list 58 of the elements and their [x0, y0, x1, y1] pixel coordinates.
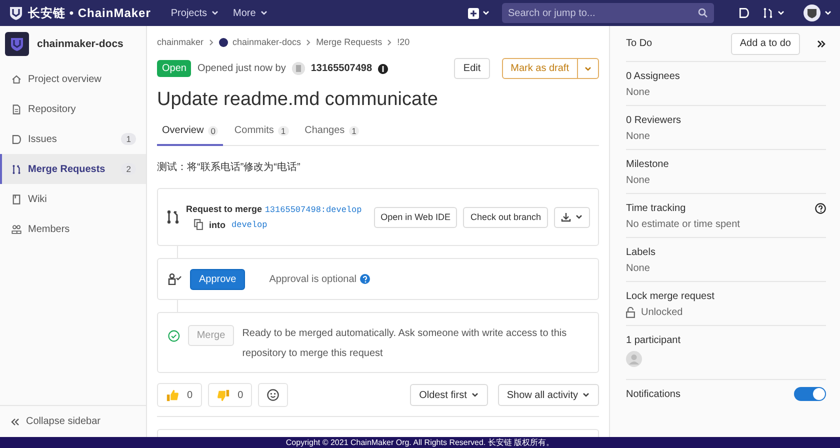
section-value: None [626, 87, 651, 98]
section-title: Time tracking [626, 203, 686, 214]
sidebar-item[interactable]: Project overview [0, 64, 146, 94]
copyright-text: Copyright © 2021 ChainMaker Org. All Rights Reserved. 长安链 版权所有。 [286, 437, 554, 448]
breadcrumb-link[interactable]: !20 [397, 37, 410, 47]
nav-menu[interactable]: Projects [170, 8, 220, 18]
reaction-button[interactable]: 0 [208, 383, 252, 407]
sidebar-item[interactable]: Repository [0, 94, 146, 124]
section-value: None [626, 131, 651, 142]
sidebar-item[interactable]: Issues 1 [0, 124, 146, 154]
action-button[interactable]: Open in Web IDE [374, 206, 458, 228]
description-text: 测试：将“联系电话”修改为“电话” [157, 160, 302, 174]
request-label: Request to merge [186, 204, 262, 214]
source-branch-link[interactable]: 13165507498:develop [264, 205, 362, 215]
section-value: None [626, 175, 651, 186]
section-title: Lock merge request [626, 291, 716, 302]
add-todo-button[interactable]: Add a to do [730, 32, 800, 54]
sidebar-item[interactable]: Merge Requests 2 [0, 154, 146, 184]
section-title: 0 Reviewers [626, 115, 682, 126]
sort-dropdown[interactable]: Show all activity [498, 384, 599, 406]
approve-button[interactable]: Approve [190, 268, 246, 290]
section-title: Labels [626, 247, 656, 258]
section-title: 0 Assignees [626, 71, 681, 82]
todo-label: To Do [626, 38, 652, 49]
search-field[interactable]: Search or jump to... [502, 3, 714, 23]
count-badge: 1 [348, 126, 360, 136]
breadcrumb-link[interactable]: chainmaker [157, 37, 204, 47]
sidebar-item[interactable]: Wiki [0, 184, 146, 214]
tab[interactable]: Commits 1 [229, 119, 294, 146]
target-branch-link[interactable]: develop [232, 220, 268, 230]
edit-button[interactable]: Edit [454, 58, 490, 79]
tab[interactable]: Changes 1 [300, 119, 364, 146]
section-title: Notifications [626, 388, 680, 400]
section-title: Milestone [626, 159, 670, 170]
approval-note: Approval is optional [269, 274, 357, 284]
status-badge: Open [157, 60, 192, 77]
section-value: None [626, 263, 651, 274]
action-button[interactable]: Check out branch [463, 206, 548, 228]
count-badge: 1 [278, 126, 289, 136]
count-badge: 1 [121, 133, 136, 145]
merge-request-title: Update readme.md communicate [157, 89, 439, 111]
merge-message: Ready to be merged automatically. Ask someone with write access to this repository to merge this request [242, 327, 568, 361]
opened-text: Opened just now by [197, 63, 286, 74]
author-link[interactable]: 13165507498 [310, 63, 372, 74]
project-name[interactable]: chainmaker-docs [37, 38, 124, 50]
count-badge: 0 [208, 126, 218, 136]
section-value: Unlocked [641, 307, 683, 318]
logo-text[interactable]: 长安链 • ChainMaker [28, 4, 151, 22]
breadcrumb-link[interactable]: chainmaker-docs [232, 37, 302, 47]
nav-menu[interactable]: More [233, 8, 268, 18]
tab[interactable]: Overview 0 [157, 119, 224, 146]
sidebar-item[interactable]: Members [0, 214, 146, 244]
section-value: No estimate or time spent [626, 219, 741, 230]
into-label: into [209, 220, 226, 230]
sort-dropdown[interactable]: Oldest first [410, 384, 488, 406]
reaction-button[interactable]: 0 [157, 383, 202, 407]
section-title: 1 participant [626, 335, 682, 346]
breadcrumb-link[interactable]: Merge Requests [316, 37, 382, 47]
